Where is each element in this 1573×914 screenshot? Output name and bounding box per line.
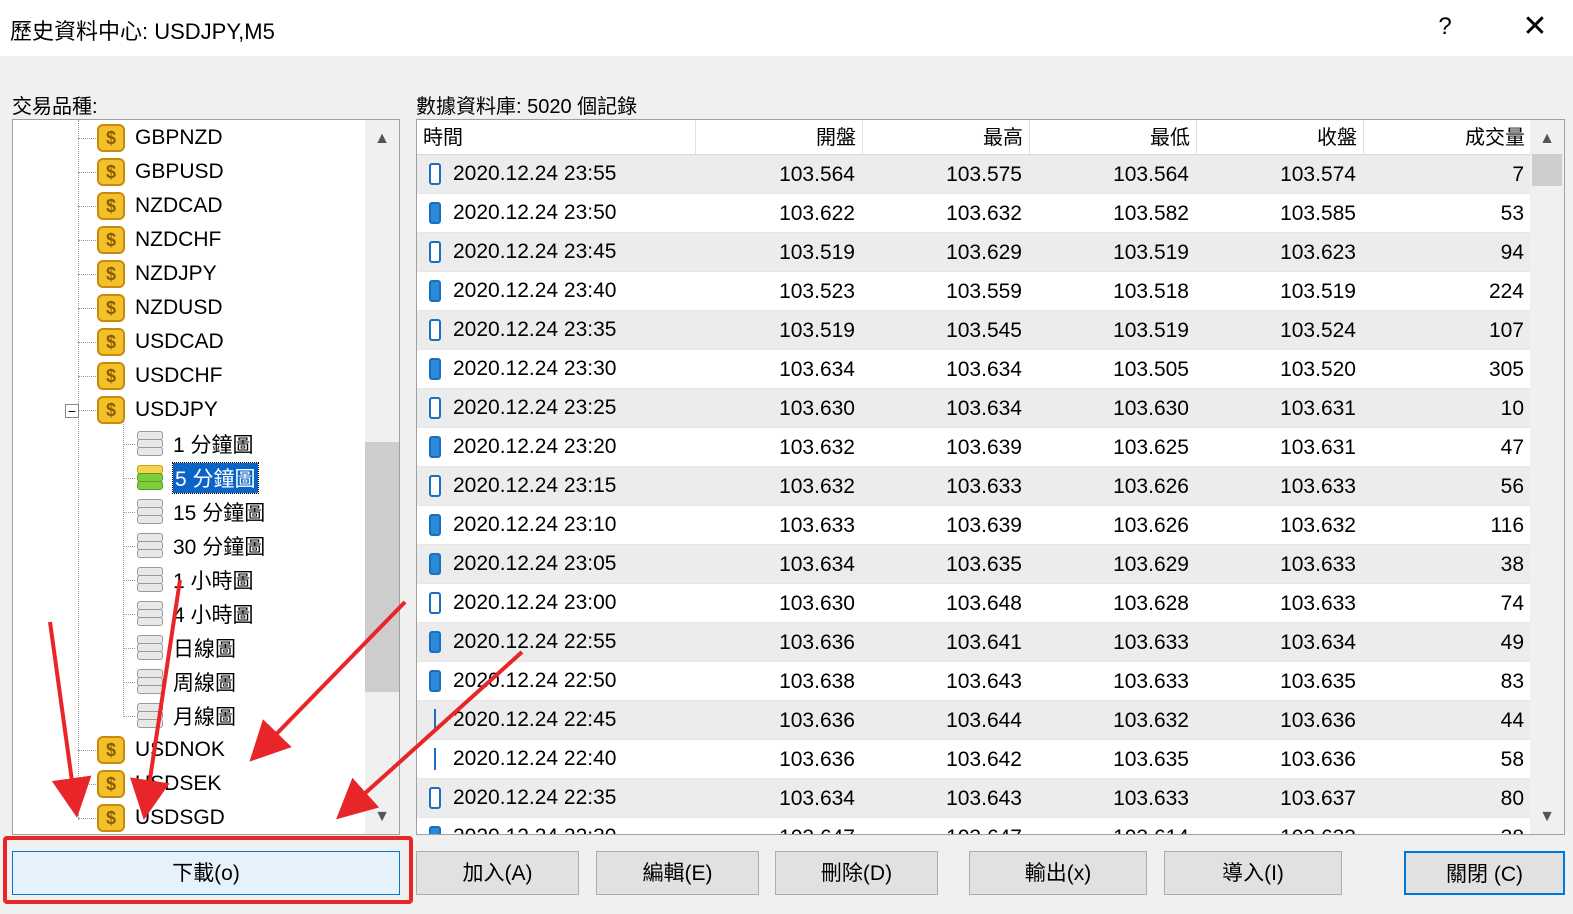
annotation-arrow <box>129 579 182 820</box>
annotation-arrow <box>48 621 92 818</box>
annotation-arrows <box>48 579 524 820</box>
annotation-arrow <box>336 650 524 820</box>
annotation-arrow <box>249 600 407 762</box>
